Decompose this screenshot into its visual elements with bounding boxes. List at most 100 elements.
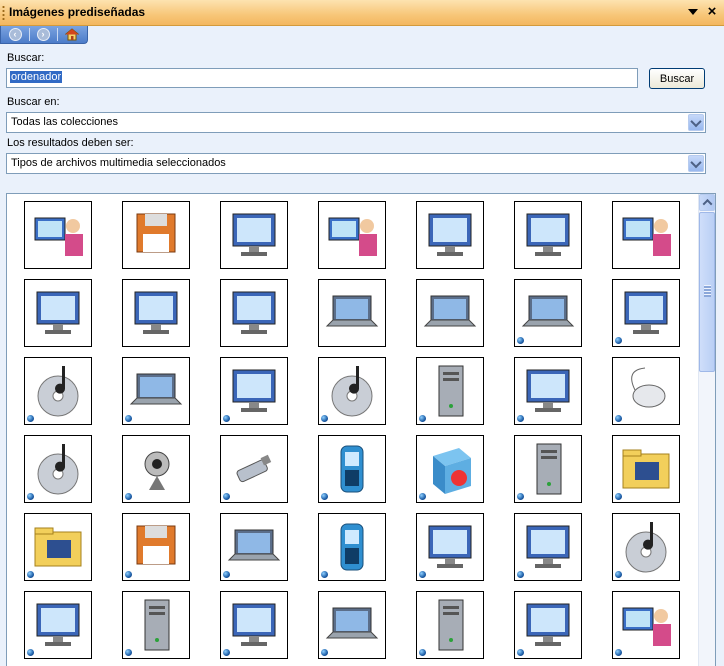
clipart-thumbnail[interactable] [220,279,288,347]
animation-badge-icon [320,570,329,579]
chevron-down-icon[interactable] [688,155,704,172]
clipart-thumbnail[interactable] [24,201,92,269]
clipart-thumbnail[interactable] [122,513,190,581]
clipart-thumbnail[interactable] [122,591,190,659]
usb-drive-icon [236,454,272,483]
animation-badge-icon [222,492,231,501]
clipart-thumbnail[interactable] [220,513,288,581]
computer-user-icon [622,607,671,646]
globe-network-icon [526,603,570,646]
burning-cd-icon [331,366,373,417]
person-plugged-computer-icon [328,217,377,256]
clipart-thumbnail[interactable] [416,435,484,503]
animation-badge-icon [614,648,623,657]
clipart-thumbnail[interactable] [514,279,582,347]
music-cd-blue-icon [625,522,667,573]
search-button[interactable]: Buscar [649,68,705,89]
clipart-thumbnail[interactable] [612,435,680,503]
clipart-thumbnail[interactable] [612,279,680,347]
animation-badge-icon [614,492,623,501]
clipart-thumbnail[interactable] [612,513,680,581]
search-input[interactable]: ordenador [6,68,638,88]
clipart-thumbnail[interactable] [24,279,92,347]
computer-folder-icon [34,527,82,567]
collections-select[interactable]: Todas las colecciones [6,112,706,133]
music-folder-icon [622,449,670,489]
navigation-toolbar: ‹ › [0,26,88,44]
clipart-thumbnail[interactable] [514,357,582,425]
home-button[interactable] [61,27,83,42]
back-button[interactable]: ‹ [4,27,26,42]
clipart-thumbnail[interactable] [416,357,484,425]
chevron-down-icon[interactable] [688,114,704,131]
results-type-label: Los resultados deben ser: [7,137,134,149]
floppy-disk-icon [136,213,176,253]
clipart-thumbnail[interactable] [122,201,190,269]
animation-badge-icon [124,648,133,657]
pda-icon [340,445,364,493]
animation-badge-icon [516,648,525,657]
clipart-thumbnail[interactable] [24,591,92,659]
clipart-thumbnail[interactable] [318,357,386,425]
music-disc-icon [37,444,79,495]
forward-button[interactable]: › [32,27,54,42]
clipart-thumbnail[interactable] [122,357,190,425]
clipart-thumbnail[interactable] [24,435,92,503]
forward-arrow-icon: › [36,28,50,41]
clipart-thumbnail[interactable] [122,279,190,347]
clipart-thumbnail[interactable] [24,513,92,581]
smartphone-icon [340,523,364,571]
clipart-thumbnail[interactable] [318,279,386,347]
clipart-thumbnail[interactable] [514,435,582,503]
clipart-thumbnail[interactable] [612,591,680,659]
clipart-thumbnail[interactable] [514,513,582,581]
beige-laptop-icon [423,295,477,327]
tower-pc-icon [438,365,464,417]
animation-badge-icon [124,414,133,423]
clipart-thumbnail[interactable] [220,201,288,269]
monitor-arrow-icon [232,603,276,646]
laptop-icon [129,373,183,405]
animation-badge-icon [418,648,427,657]
clipart-thumbnail[interactable] [318,591,386,659]
open-laptop-icon [227,529,281,561]
clipart-thumbnail[interactable] [612,201,680,269]
laptop-blue-icon [325,607,379,639]
close-icon[interactable]: × [704,3,720,21]
task-pane-title-bar: Imágenes prediseñadas × [0,0,724,26]
clipart-thumbnail[interactable] [612,357,680,425]
clipart-thumbnail[interactable] [318,513,386,581]
clipart-thumbnail[interactable] [220,435,288,503]
clipart-thumbnail[interactable] [416,591,484,659]
clipart-thumbnail[interactable] [514,201,582,269]
back-arrow-icon: ‹ [8,28,22,41]
animation-badge-icon [614,336,623,345]
clipart-thumbnail[interactable] [416,279,484,347]
monitor-tower-icon [536,443,562,495]
triangle-down-icon[interactable] [688,9,698,15]
clipart-thumbnail[interactable] [318,201,386,269]
toolbar-separator [57,28,58,41]
clipart-thumbnail[interactable] [514,591,582,659]
scroll-thumb[interactable] [699,212,715,372]
animation-badge-icon [516,414,525,423]
computer-mouse-icon [631,367,666,408]
clipart-thumbnail[interactable] [122,435,190,503]
clipart-thumbnail[interactable] [416,201,484,269]
clipart-thumbnail[interactable] [416,513,484,581]
animation-badge-icon [418,414,427,423]
clipart-thumbnail[interactable] [24,357,92,425]
grip-icon[interactable] [2,5,5,21]
search-in-label: Buscar en: [7,96,60,108]
clipart-thumbnail[interactable] [318,435,386,503]
clipart-thumbnail[interactable] [220,357,288,425]
media-type-select[interactable]: Tipos de archivos multimedia seleccionad… [6,153,706,174]
scroll-up-button[interactable] [699,194,715,211]
server-tower-icon [144,599,170,651]
crt-monitor-icon [36,603,80,646]
animation-badge-icon [26,414,35,423]
vertical-scrollbar[interactable] [698,194,715,666]
animation-badge-icon [222,570,231,579]
animation-badge-icon [516,570,525,579]
clipart-thumbnail[interactable] [220,591,288,659]
